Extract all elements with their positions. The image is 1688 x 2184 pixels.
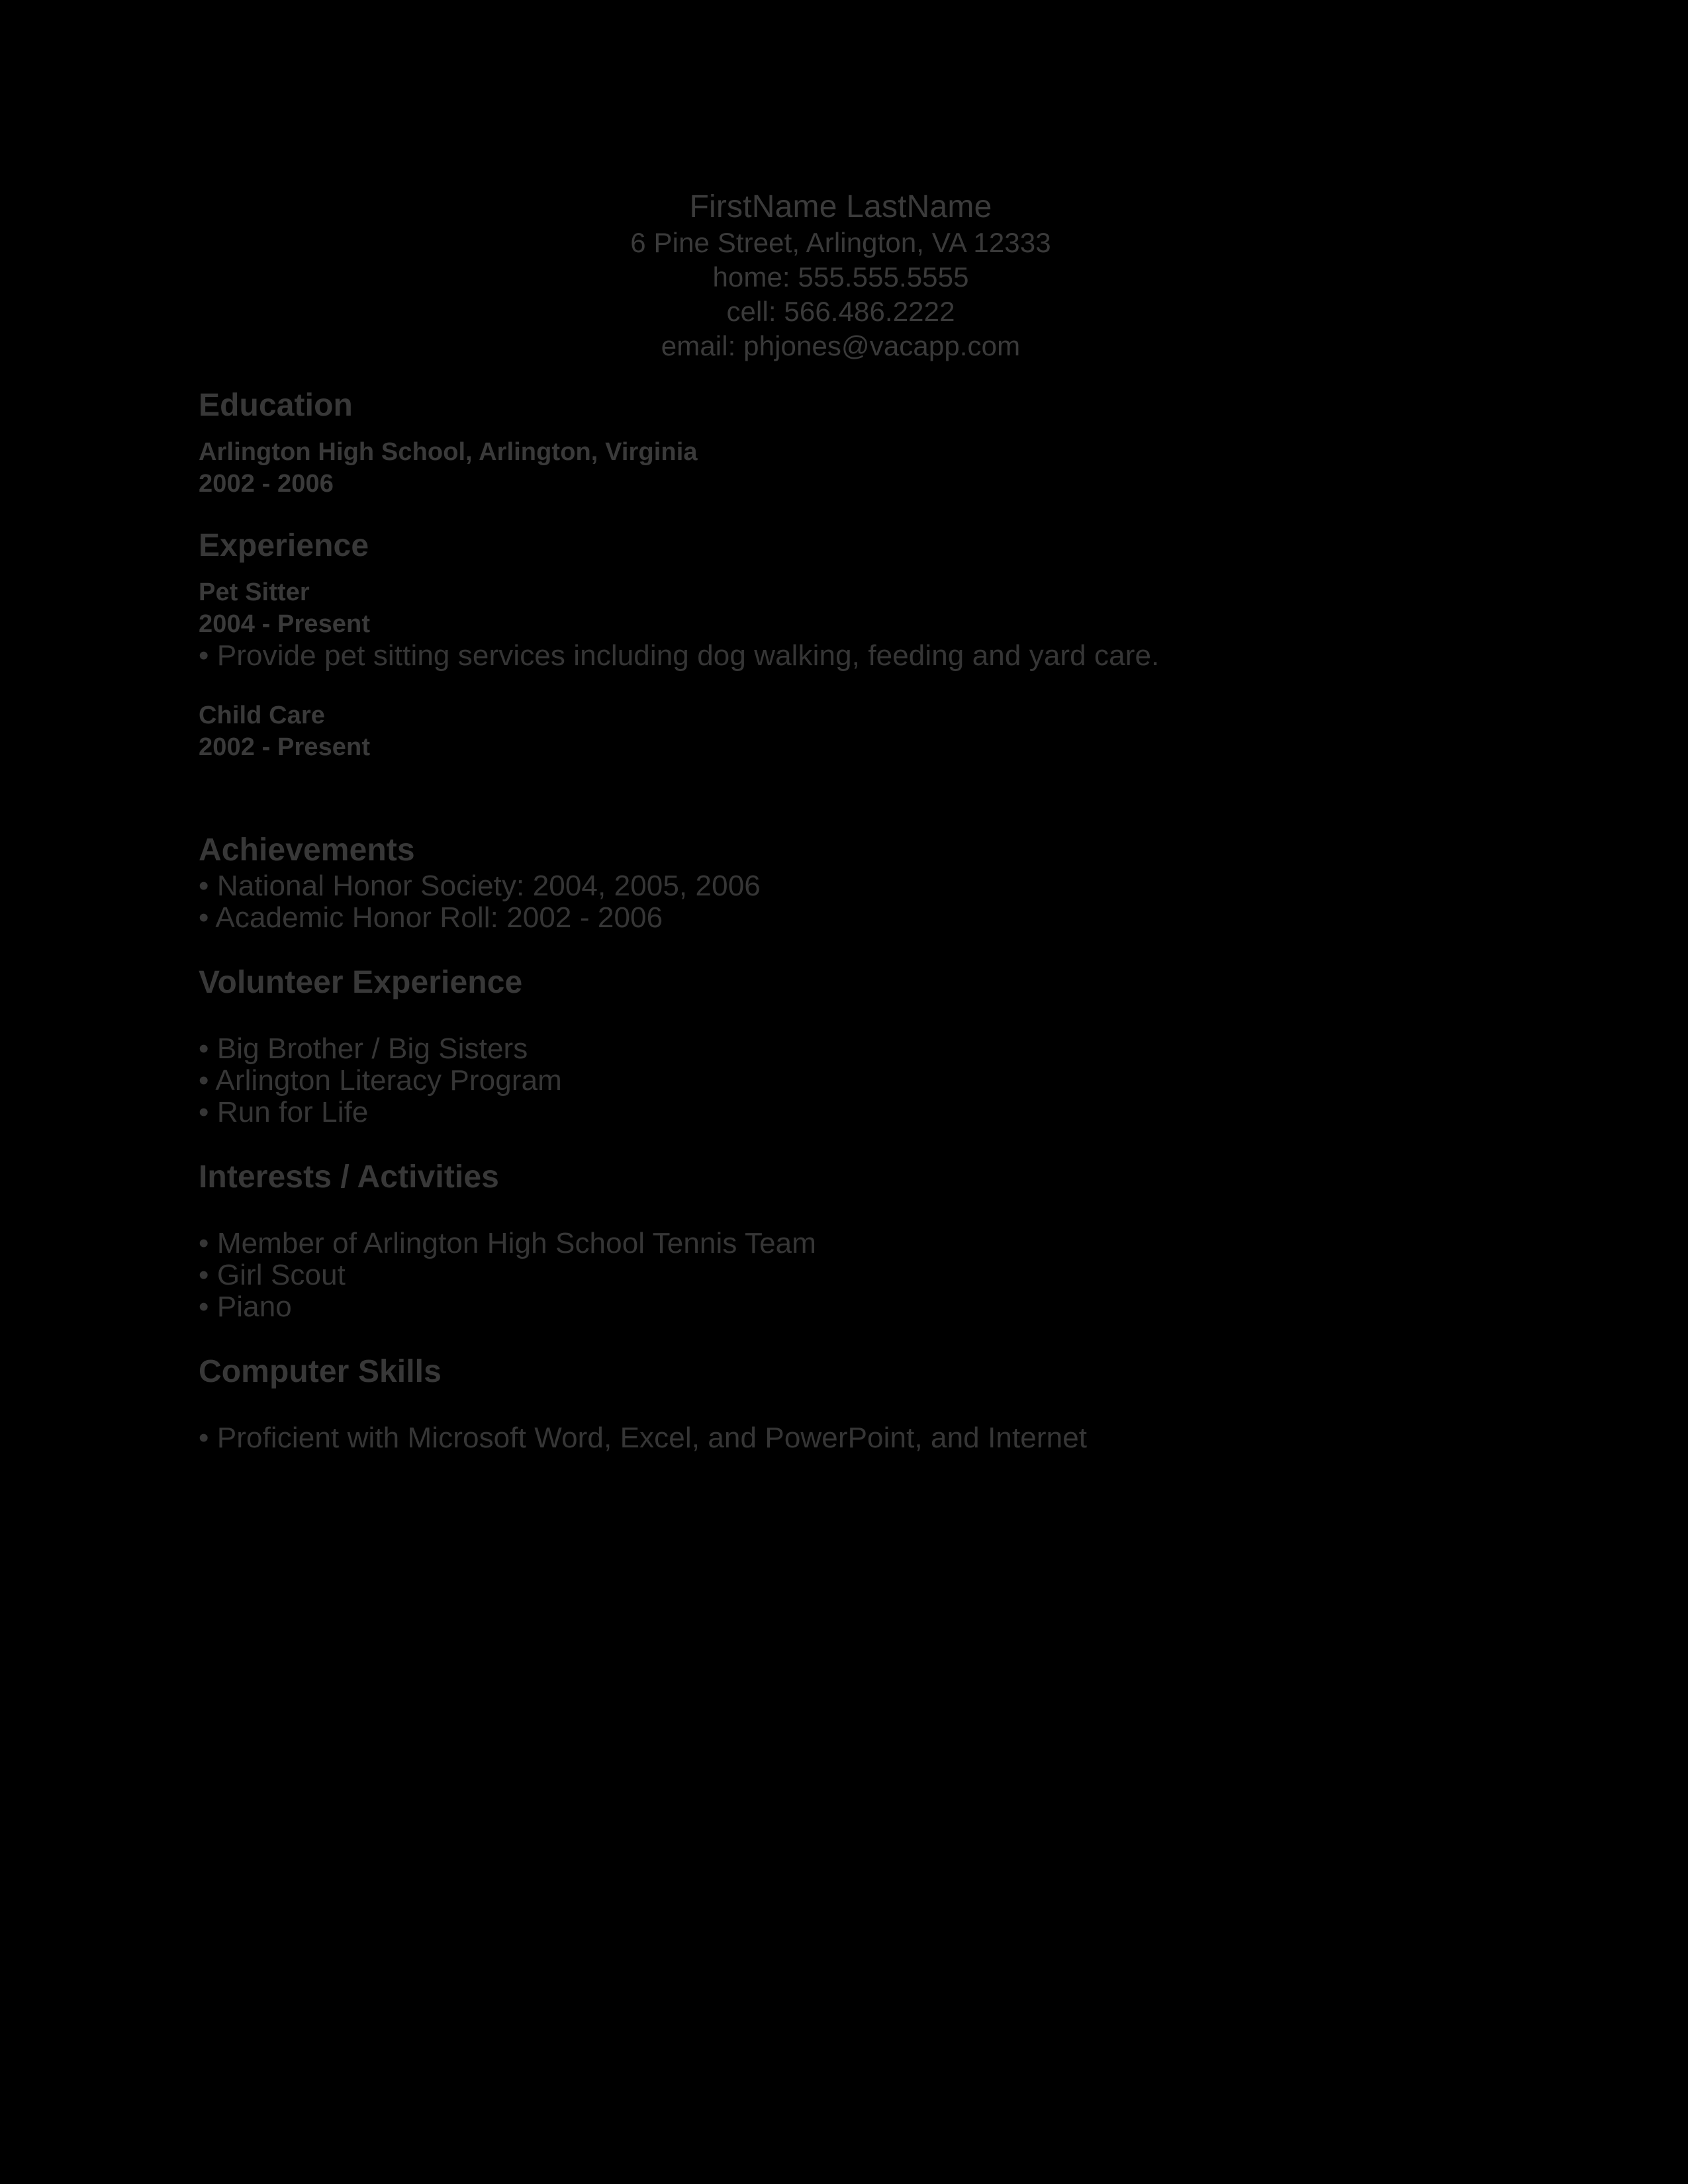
section-experience: Experience Pet Sitter 2004 - Present • P…	[199, 527, 1489, 763]
computer-skills-bullet: • Proficient with Microsoft Word, Excel,…	[199, 1422, 1088, 1454]
interests-bullet: • Piano	[199, 1291, 292, 1323]
section-volunteer-experience: Volunteer Experience • Big Brother / Big…	[199, 964, 1489, 1128]
candidate-home-phone: home: 555.555.5555	[712, 261, 969, 293]
experience-entry: Child Care 2002 - Present	[199, 700, 1489, 763]
computer-skills-heading: Computer Skills	[199, 1354, 442, 1389]
education-dates: 2002 - 2006	[199, 470, 334, 498]
achievements-bullet: • Academic Honor Roll: 2002 - 2006	[199, 901, 663, 934]
resume-header: FirstName LastName 6 Pine Street, Arling…	[195, 189, 1486, 363]
volunteer-heading: Volunteer Experience	[199, 965, 523, 1000]
candidate-cell-phone: cell: 566.486.2222	[726, 296, 955, 327]
resume-content: FirstName LastName 6 Pine Street, Arling…	[199, 189, 1489, 1454]
section-education: Education Arlington High School, Arlingt…	[199, 387, 1489, 500]
experience-bullet: • Provide pet sitting services including…	[199, 639, 1160, 672]
experience-title: Pet Sitter	[199, 578, 310, 606]
education-school: Arlington High School, Arlington, Virgin…	[199, 438, 698, 466]
volunteer-bullet: • Arlington Literacy Program	[199, 1064, 562, 1097]
candidate-email: email: phjones@vacapp.com	[661, 330, 1021, 361]
volunteer-bullet: • Big Brother / Big Sisters	[199, 1032, 528, 1065]
experience-dates: 2004 - Present	[199, 610, 371, 638]
interests-heading: Interests / Activities	[199, 1160, 499, 1195]
experience-entry: Pet Sitter 2004 - Present • Provide pet …	[199, 576, 1489, 672]
section-interests-activities: Interests / Activities • Member of Arlin…	[199, 1159, 1489, 1323]
achievements-bullet: • National Honor Society: 2004, 2005, 20…	[199, 870, 761, 902]
experience-title: Child Care	[199, 702, 326, 729]
section-computer-skills: Computer Skills • Proficient with Micros…	[199, 1353, 1489, 1454]
interests-bullet: • Girl Scout	[199, 1259, 346, 1291]
interests-bullet: • Member of Arlington High School Tennis…	[199, 1227, 816, 1259]
experience-heading: Experience	[199, 528, 369, 563]
achievements-heading: Achievements	[199, 833, 415, 868]
section-achievements: Achievements • National Honor Society: 2…	[199, 832, 1489, 934]
candidate-address: 6 Pine Street, Arlington, VA 12333	[630, 227, 1051, 258]
volunteer-bullet: • Run for Life	[199, 1096, 369, 1128]
candidate-name: FirstName LastName	[689, 189, 992, 224]
experience-dates: 2002 - Present	[199, 733, 371, 761]
education-heading: Education	[199, 388, 353, 423]
resume-page: FirstName LastName 6 Pine Street, Arling…	[0, 0, 1688, 2184]
